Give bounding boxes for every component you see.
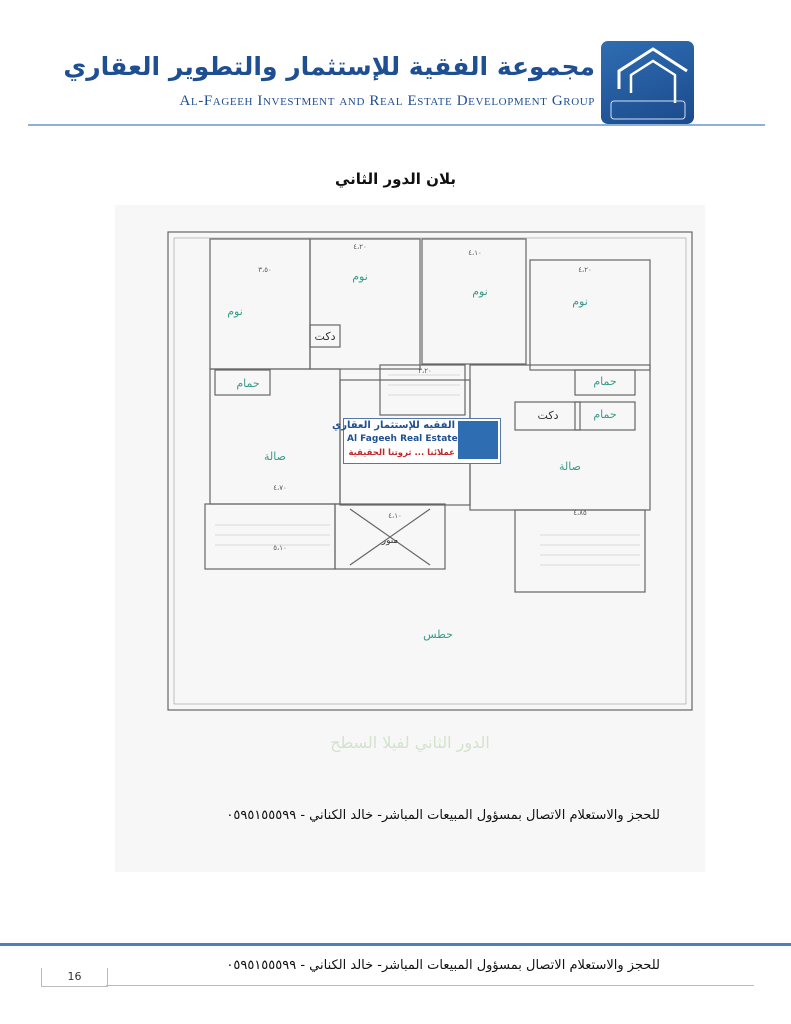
room-label-bathroom: حمام	[236, 377, 259, 390]
dimension-label: ٤،٨٥	[573, 509, 587, 517]
dimension-label: ٣،٢٠	[418, 367, 432, 375]
room-label-bathroom: حمام	[593, 408, 616, 421]
plan-caption: الدور الثاني لفيلا السطح	[330, 733, 490, 752]
floor-plan-drawing: نوم نوم نوم نوم دكت دكت حمام حمام حمام ص…	[167, 231, 693, 711]
dimension-label: ٤،٢٠	[353, 243, 367, 251]
header-divider	[28, 124, 765, 126]
dimension-label: ٤،١٠	[388, 512, 402, 520]
room-label-roof: حطس	[423, 628, 453, 641]
dimension-label: ٤،١٠	[468, 249, 482, 257]
room-label-bedroom: نوم	[472, 285, 488, 298]
room-label-duct: دكت	[315, 330, 336, 343]
watermark-logo: الفقيه للإستثمار العقاري Al Fageeh Real …	[332, 418, 501, 464]
room-label-duct: دكت	[538, 409, 559, 422]
watermark-line-3: عملائنا ... ثروتنا الحقيقية	[348, 448, 455, 458]
company-name-english: Al-Fageeh Investment and Real Estate Dev…	[179, 93, 595, 109]
footer-contact-info: للحجز والاستعلام الاتصال بمسؤول المبيعات…	[226, 958, 660, 973]
dimension-label: ٥،١٠	[273, 544, 287, 552]
footer-divider	[0, 943, 791, 946]
room-label-bedroom: نوم	[572, 295, 588, 308]
room-label-hall: صالة	[559, 460, 581, 473]
footer-rule	[106, 985, 754, 986]
dimension-label: ٣،٥٠	[258, 266, 272, 274]
company-name-arabic: مجموعة الفقية للإستثمار والتطوير العقاري	[63, 52, 595, 81]
contact-info: للحجز والاستعلام الاتصال بمسؤول المبيعات…	[226, 808, 660, 823]
company-logo	[601, 41, 694, 124]
room-label-bedroom: نوم	[352, 270, 368, 283]
watermark-line-1: الفقيه للإستثمار العقاري	[332, 420, 455, 431]
room-label-hall: صالة	[264, 450, 286, 463]
dimension-label: ٤،٧٠	[273, 484, 287, 492]
watermark-line-2: Al Fageeh Real Estate	[347, 434, 458, 444]
dimension-label: ٤،٢٠	[578, 266, 592, 274]
page-number: 16	[41, 968, 108, 987]
room-label-bathroom: حمام	[593, 375, 616, 388]
room-label-bedroom: نوم	[227, 305, 243, 318]
room-label-light-well: منور	[381, 536, 399, 546]
page-title: بلان الدور الثاني	[334, 170, 456, 188]
watermark-house-icon	[458, 421, 498, 459]
